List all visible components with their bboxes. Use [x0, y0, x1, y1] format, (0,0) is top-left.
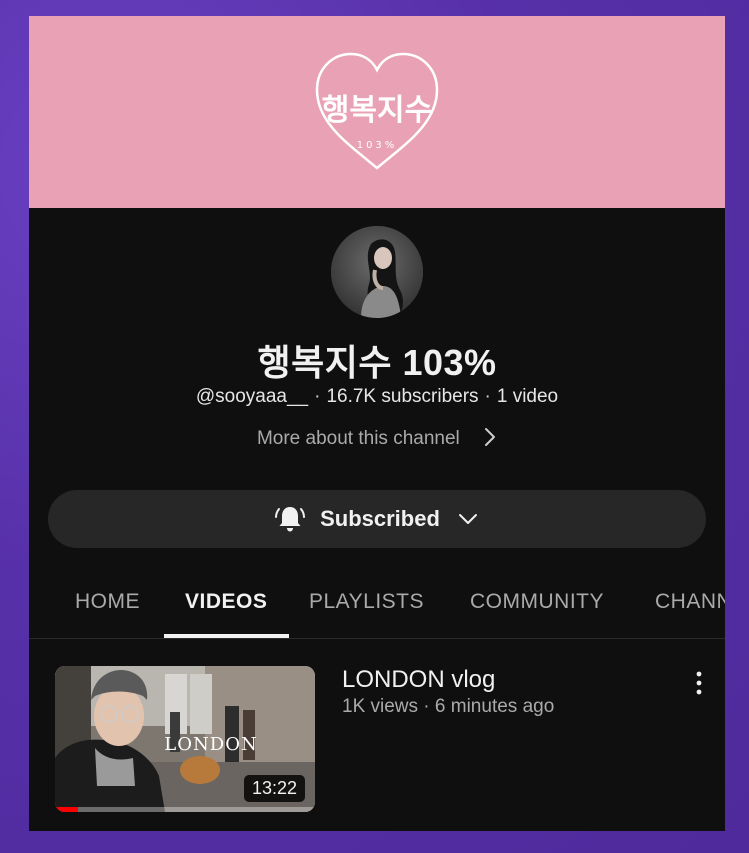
video-title[interactable]: LONDON vlog [342, 666, 495, 694]
separator-dot: · [484, 386, 491, 407]
logo-subtext: 103% [357, 140, 398, 151]
channel-logo: 행복지수 103% [315, 52, 439, 170]
more-about-link[interactable]: More about this channel [29, 428, 725, 450]
chevron-down-icon [458, 514, 477, 524]
channel-name: 행복지수 103% [257, 342, 497, 383]
video-thumbnail[interactable]: LONDON 13:22 [55, 666, 315, 812]
tab-channels[interactable]: CHANNELS [655, 590, 725, 614]
bell-ringing-icon [275, 507, 306, 532]
video-duration-badge: 13:22 [243, 775, 305, 802]
avatar-image [331, 226, 423, 318]
tab-videos[interactable]: VIDEOS [185, 590, 267, 614]
video-meta: 1K views · 6 minutes ago [342, 696, 555, 717]
tab-playlists[interactable]: PLAYLISTS [309, 590, 424, 614]
video-list-item[interactable]: LONDON 13:22 LONDON vlog 1K views · 6 mi… [29, 664, 725, 814]
tab-community[interactable]: COMMUNITY [470, 590, 604, 614]
channel-banner: 행복지수 103% [29, 16, 725, 208]
channel-page: 행복지수 103% 행복지수 103% @sooyaaa__ · 16.7K sub… [29, 16, 725, 831]
tab-home[interactable]: HOME [75, 590, 140, 614]
video-count: 1 video [496, 386, 559, 407]
more-about-label: More about this channel [256, 428, 460, 449]
watch-progress-bar [55, 807, 315, 812]
logo-text: 행복지수 [322, 93, 432, 128]
thumbnail-overlay-text: LONDON [164, 734, 257, 755]
separator-dot: · [314, 386, 321, 407]
watch-progress-fill [55, 807, 79, 812]
channel-avatar[interactable] [331, 226, 423, 318]
subscribed-label: Subscribed [320, 506, 440, 531]
chevron-right-icon [485, 428, 496, 447]
subscriber-count: 16.7K subscribers [326, 386, 479, 407]
more-options-icon[interactable] [691, 670, 707, 696]
channel-meta: @sooyaaa__ · 16.7K subscribers · 1 video [29, 386, 725, 408]
subscribed-button[interactable]: Subscribed [48, 490, 706, 548]
active-tab-indicator [164, 634, 289, 638]
channel-tabs: HOME VIDEOS PLAYLISTS COMMUNITY CHANNELS [29, 572, 725, 639]
channel-handle: @sooyaaa__ [195, 386, 309, 407]
